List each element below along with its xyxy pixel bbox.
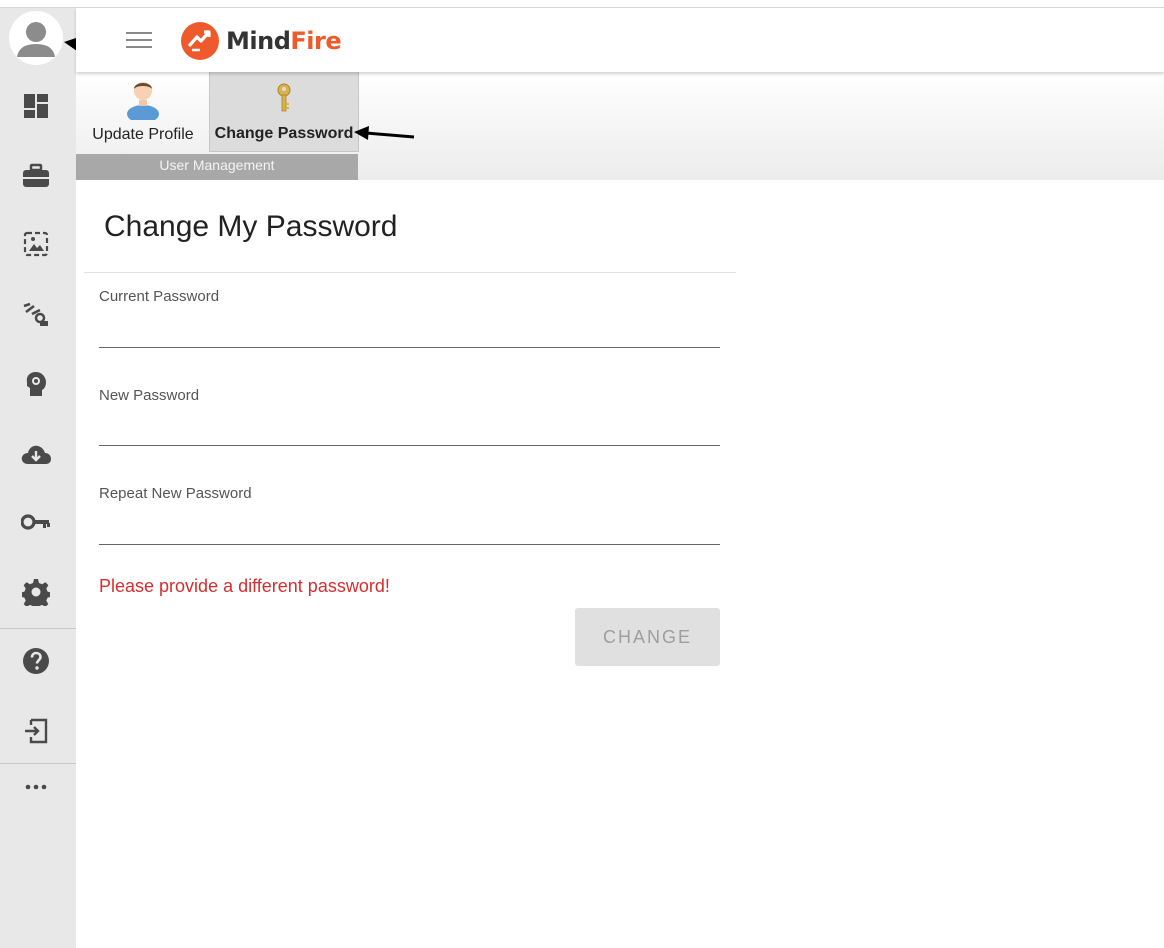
current-password-label: Current Password (99, 288, 220, 305)
brand-name: MindFire (226, 27, 342, 55)
new-password-label: New Password (99, 387, 200, 404)
repeat-password-input[interactable] (99, 516, 720, 545)
mindfire-logo-icon (181, 22, 219, 60)
sidebar-divider (0, 763, 76, 764)
title-divider (84, 272, 736, 273)
annotation-arrow-icon (354, 126, 415, 140)
repeat-password-label: Repeat New Password (99, 485, 252, 502)
briefcase-icon[interactable] (20, 160, 52, 192)
update-profile-label: Update Profile (92, 126, 194, 143)
top-bar: MindFire (76, 8, 1164, 72)
brand-logo[interactable]: MindFire (180, 21, 342, 61)
sidebar-divider (0, 628, 76, 629)
change-password-label: Change Password (214, 125, 354, 142)
gear-icon[interactable] (20, 576, 52, 608)
dashboard-icon[interactable] (20, 90, 52, 122)
current-password-input[interactable] (99, 319, 720, 348)
hamburger-menu-icon[interactable] (126, 32, 152, 50)
ribbon-toolbar: Update Profile Change Password User Mana… (76, 72, 1164, 180)
more-icon[interactable] (20, 771, 52, 803)
error-message: Please provide a different password! (99, 576, 390, 596)
key-icon[interactable] (20, 506, 52, 538)
user-profile-icon (127, 82, 159, 120)
cloud-download-icon[interactable] (20, 438, 52, 470)
change-password-button[interactable]: Change Password (209, 72, 359, 152)
lightbulb-head-icon[interactable] (20, 368, 52, 400)
sidebar (0, 8, 76, 948)
help-icon[interactable] (20, 645, 52, 677)
new-password-input[interactable] (99, 417, 720, 446)
logout-icon[interactable] (20, 715, 52, 747)
update-profile-button[interactable]: Update Profile (86, 72, 200, 152)
hierarchy-icon[interactable] (20, 298, 52, 330)
user-avatar-icon[interactable] (9, 11, 63, 65)
key-icon (277, 83, 291, 112)
top-rule (0, 0, 1164, 8)
image-gallery-icon[interactable] (20, 228, 52, 260)
change-button[interactable]: CHANGE (575, 608, 720, 666)
page-title: Change My Password (104, 210, 398, 243)
ribbon-group-label: User Management (76, 154, 358, 180)
